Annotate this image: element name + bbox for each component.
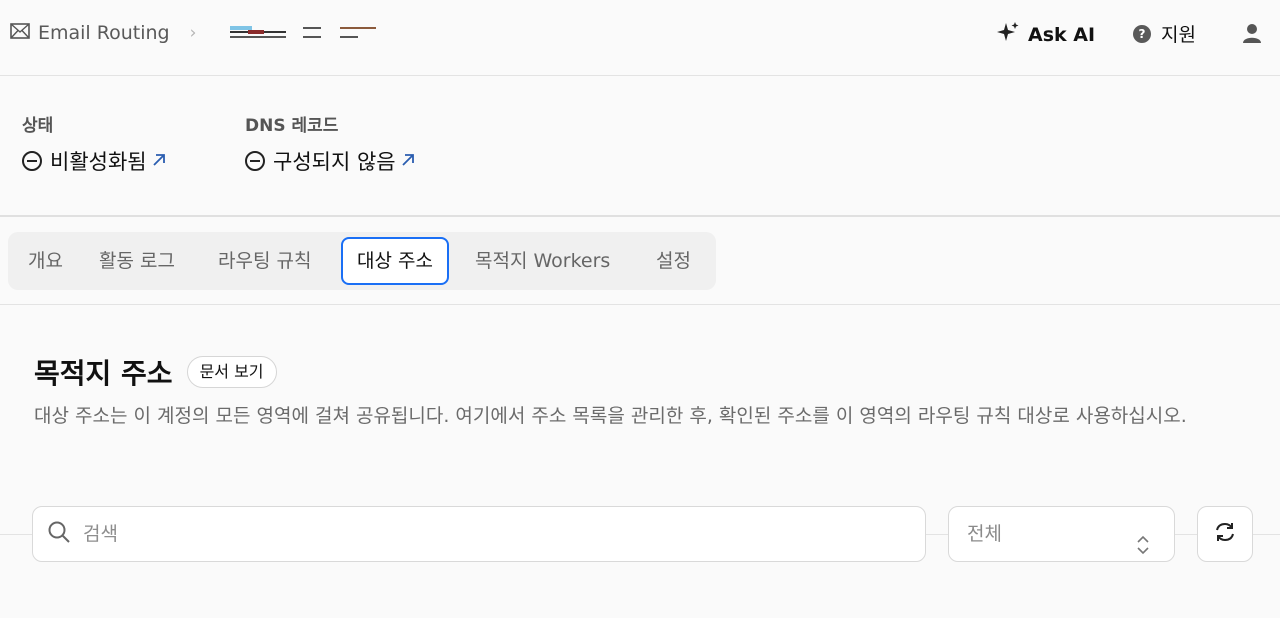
breadcrumb-email-routing[interactable]: Email Routing: [38, 22, 170, 44]
refresh-icon: [1213, 520, 1237, 548]
help-icon: ?: [1133, 24, 1151, 43]
tab-activity-log[interactable]: 활동 로그: [99, 243, 175, 279]
filter-select[interactable]: 전체: [948, 506, 1175, 562]
tab-destination-addresses[interactable]: 대상 주소: [341, 237, 449, 285]
minus-circle-icon: [245, 151, 265, 171]
dns-value-link[interactable]: 구성되지 않음: [245, 146, 416, 176]
envelope-icon: [10, 22, 30, 44]
tab-overview[interactable]: 개요: [28, 243, 63, 279]
tab-destination-workers[interactable]: 목적지 Workers: [475, 243, 610, 279]
support-label: 지원: [1161, 24, 1196, 46]
sparkle-icon: [996, 20, 1020, 49]
dns-value: 구성되지 않음: [273, 150, 396, 174]
filter-select-value: 전체: [967, 523, 1002, 545]
status-label: 상태: [22, 116, 54, 136]
redacted-domain-name[interactable]: [230, 26, 286, 40]
tab-settings[interactable]: 설정: [656, 243, 691, 279]
page-title: 목적지 주소: [34, 357, 173, 390]
redacted-zone-a[interactable]: [303, 26, 323, 40]
search-icon: [47, 520, 71, 548]
section-description: 대상 주소는 이 계정의 모든 영역에 걸쳐 공유됩니다. 여기에서 주소 목록…: [34, 405, 1187, 427]
status-item: 상태 비활성화됨: [22, 111, 167, 176]
ask-ai-label: Ask AI: [1028, 23, 1096, 46]
dns-label: DNS 레코드: [245, 116, 339, 136]
status-value-link[interactable]: 비활성화됨: [22, 146, 167, 176]
tabs-row: 개요 활동 로그 라우팅 규칙 대상 주소 목적지 Workers 설정: [0, 218, 1280, 305]
dns-item: DNS 레코드 구성되지 않음: [245, 111, 416, 176]
top-bar: Email Routing › Ask AI ? 지원: [0, 0, 1280, 76]
external-link-icon: [151, 149, 167, 173]
search-box: [32, 506, 926, 562]
minus-circle-icon: [22, 151, 42, 171]
tab-routing-rules[interactable]: 라우팅 규칙: [218, 243, 311, 279]
ask-ai-button[interactable]: Ask AI: [996, 20, 1095, 49]
external-link-icon: [400, 149, 416, 173]
view-docs-button[interactable]: 문서 보기: [186, 356, 277, 388]
tab-bar: 개요 활동 로그 라우팅 규칙 대상 주소 목적지 Workers 설정: [8, 232, 716, 290]
redacted-zone-b[interactable]: [340, 26, 378, 40]
status-value: 비활성화됨: [50, 150, 147, 174]
chevron-updown-icon: [1136, 523, 1150, 577]
chevron-right-icon: ›: [189, 23, 197, 43]
refresh-button[interactable]: [1197, 506, 1253, 562]
breadcrumb: Email Routing ›: [10, 20, 196, 46]
status-panel: 상태 비활성화됨 DNS 레코드 구성되지 않음: [0, 77, 1280, 217]
support-menu[interactable]: ? 지원: [1133, 20, 1196, 47]
section-heading: 목적지 주소 문서 보기: [34, 352, 277, 392]
search-input[interactable]: [83, 523, 925, 545]
user-icon[interactable]: [1241, 22, 1263, 48]
